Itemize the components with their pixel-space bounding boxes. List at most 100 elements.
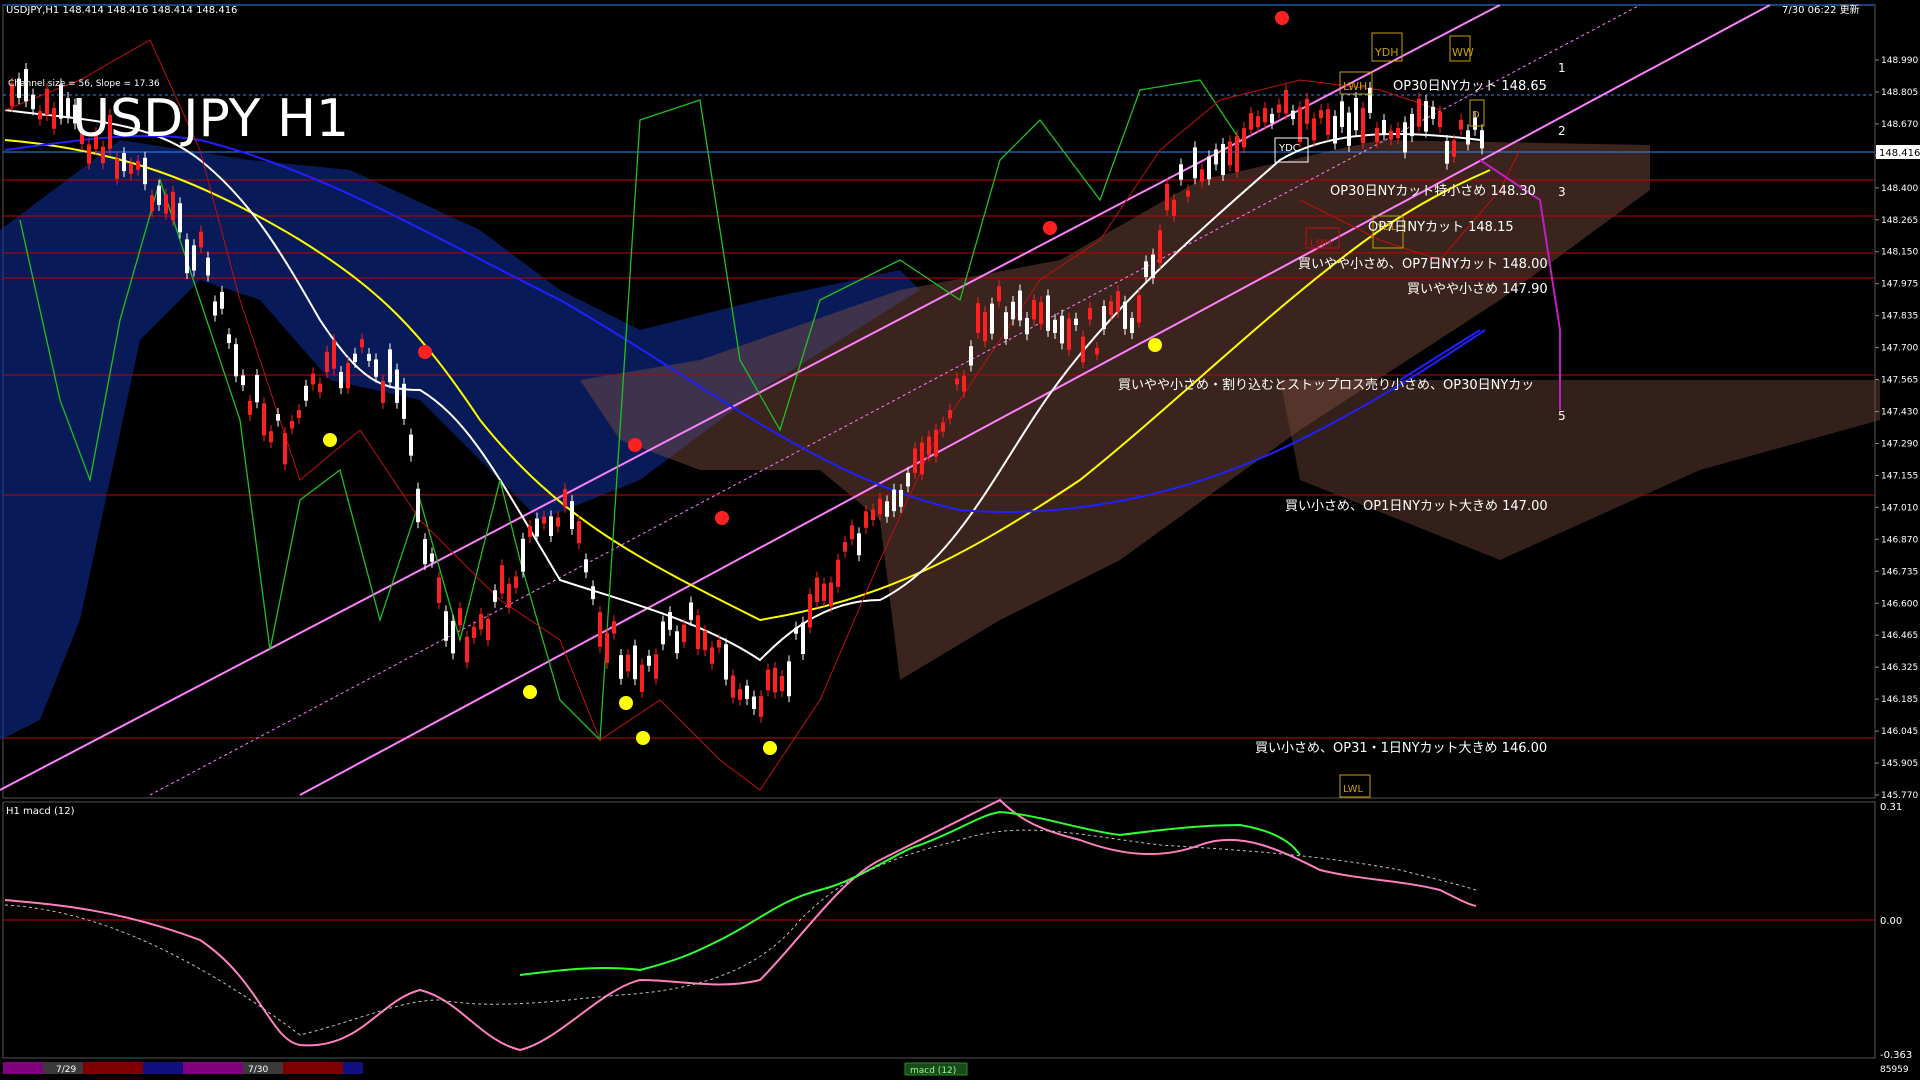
candle-down [766,669,770,691]
candle-down [1396,127,1400,139]
candle-down [1109,301,1113,315]
candle-down [311,373,315,385]
candle-up [1347,112,1351,146]
candle-up [647,655,651,666]
wave-label-5: 5 [1558,409,1566,423]
annotation-148-15: OP7日NYカット 148.15 [1368,220,1514,235]
price-label: 147.700 [1881,344,1918,354]
candle-down [486,618,490,641]
candle-up [668,612,672,630]
candle-down [136,160,140,170]
candle-up [1102,306,1106,330]
candle-up [1207,156,1211,180]
candle-down [1039,302,1043,324]
annotation-147-90: 買いやや小さめ 147.90 [1407,282,1548,297]
price-label: 147.290 [1881,439,1918,449]
candle-up [857,533,861,556]
candle-down [997,286,1001,302]
price-label: 148.400 [1881,184,1918,194]
date-segment [83,1062,143,1074]
price-label: 148.670 [1881,120,1918,130]
date-label-729: 7/29 [56,1065,76,1075]
candle-up [451,620,455,654]
candle-down [738,689,742,700]
candle-up [444,611,448,641]
candle-down [878,498,882,515]
candle-down [1326,109,1330,135]
candle-down [360,339,364,348]
sell-signal-marker [418,345,432,359]
candle-down [1312,118,1316,141]
candle-up [493,590,497,602]
candle-up [689,602,693,620]
price-label: 148.990 [1881,56,1918,66]
macd-panel-border [2,801,1876,1059]
candle-up [1431,106,1435,119]
price-label: 147.010 [1881,503,1918,513]
candle-down [1452,140,1456,157]
candle-down [472,626,476,638]
price-label: 146.325 [1881,663,1918,673]
candle-up [255,375,259,403]
wave-label-1: 1 [1558,61,1566,75]
candle-up [1046,295,1050,331]
price-label: 147.565 [1881,376,1918,386]
candle-down [290,420,294,429]
candle-down [1375,128,1379,142]
candle-up [724,644,728,680]
candle-down [913,448,917,473]
candle-up [220,291,224,309]
candle-up [1221,143,1225,176]
candle-down [703,630,707,651]
candle-up [892,489,896,512]
update-timestamp: 7/30 06:22 更新 [1782,3,1860,16]
candle-up [241,375,245,386]
buy-signal-marker [323,433,337,447]
candle-up [619,655,623,679]
candle-down [269,431,273,443]
candle-up [1011,301,1015,320]
candle-down [773,667,777,693]
candle-up [549,516,553,537]
candle-down [1228,141,1232,166]
candle-down [115,158,119,179]
candle-down [52,108,56,129]
candle-up [430,553,434,562]
candle-up [787,661,791,697]
candle-up [899,490,903,507]
candle-up [178,203,182,233]
candle-up [1130,317,1134,334]
sell-signal-marker [1043,221,1057,235]
candle-up [1410,114,1414,137]
macd-tab-label: macd (12) [910,1066,956,1076]
candle-up [1074,318,1078,326]
sell-signal-marker [715,511,729,525]
candle-up [661,621,665,645]
candle-down [479,614,483,630]
macd-signal-line [4,829,1477,1036]
price-label: 146.600 [1881,599,1918,609]
annotation-148-30: OP30日NYカット特小さめ 148.30 [1330,184,1536,199]
candle-down [640,664,644,692]
macd-title: H1 macd (12) [6,806,75,817]
candle-down [514,576,518,588]
candle-down [1305,98,1309,124]
candle-up [157,185,161,205]
candle-up [1270,114,1274,124]
candle-up [1144,261,1148,278]
candle-down [843,541,847,552]
candle-up [1004,312,1008,339]
candle-up [990,303,994,334]
candle-up [906,472,910,487]
candle-down [1137,295,1141,323]
candle-down [1186,190,1190,197]
candle-down [710,647,714,664]
candle-down [1067,318,1071,350]
candle-down [332,339,336,369]
candle-up [122,153,126,172]
wave-label-2: 2 [1558,124,1566,138]
candle-down [556,517,560,527]
tag-lwh: LWH [1343,80,1367,93]
candle-down [598,612,602,647]
candle-up [584,559,588,573]
